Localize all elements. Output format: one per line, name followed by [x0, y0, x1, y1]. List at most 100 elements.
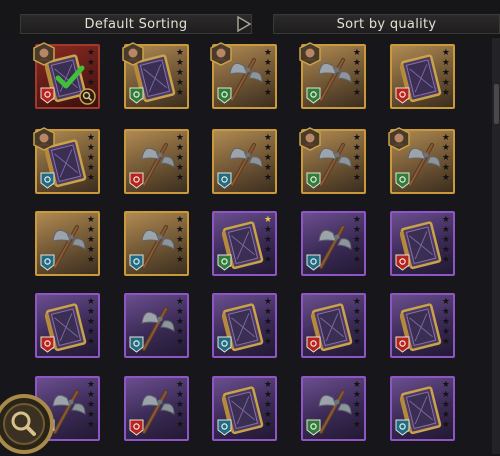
inventory-item-card[interactable]: ★★★★★ [299, 42, 366, 109]
default-sorting-button[interactable]: Default Sorting [20, 14, 252, 34]
class-badge-icon [217, 172, 232, 189]
inventory-item-card[interactable]: ★★★★★ [301, 211, 366, 276]
inventory-item-card[interactable]: ★★★★★ [33, 42, 100, 109]
star-icon: ★ [441, 400, 450, 410]
hero-portrait-icon [210, 42, 232, 66]
star-icon: ★ [86, 307, 95, 317]
star-icon: ★ [86, 255, 95, 265]
class-badge-icon [129, 254, 144, 271]
class-badge-icon [306, 172, 321, 189]
star-icon: ★ [352, 143, 361, 153]
class-badge-icon [129, 419, 144, 436]
class-badge-icon [217, 87, 232, 104]
star-icon: ★ [441, 245, 450, 255]
inventory-item-card[interactable]: ★★★★★ [388, 127, 455, 194]
scrollbar[interactable] [492, 38, 500, 454]
inventory-item-card[interactable]: ★★★★★ [212, 376, 277, 441]
inventory-item-card[interactable]: ★★★★★ [35, 293, 100, 358]
star-icon: ★ [352, 235, 361, 245]
star-icon: ★ [263, 390, 272, 400]
inventory-item-card[interactable]: ★★★★★ [301, 293, 366, 358]
star-rating: ★★★★★ [442, 134, 450, 183]
inventory-item-card[interactable]: ★★★★★ [124, 293, 189, 358]
hero-portrait-icon [122, 42, 144, 66]
star-rating: ★★★★★ [176, 216, 184, 265]
star-rating: ★★★★★ [353, 134, 361, 183]
inventory-item-card[interactable]: ★★★★★ [301, 376, 366, 441]
star-icon: ★ [352, 307, 361, 317]
star-icon: ★ [263, 380, 272, 390]
class-badge-icon [395, 172, 410, 189]
star-icon: ★ [352, 327, 361, 337]
star-icon: ★ [352, 153, 361, 163]
inventory-item-card[interactable]: ★★★★★ [212, 293, 277, 358]
star-icon: ★ [86, 215, 95, 225]
star-icon: ★ [263, 48, 272, 58]
class-badge-icon [217, 336, 232, 353]
class-badge-icon [129, 336, 144, 353]
star-icon: ★ [263, 58, 272, 68]
class-badge-icon [395, 254, 410, 271]
hero-portrait-icon [33, 127, 55, 151]
star-icon: ★ [263, 255, 272, 265]
star-icon: ★ [352, 400, 361, 410]
star-icon: ★ [441, 88, 450, 98]
inventory-item-card[interactable]: ★★★★★ [124, 211, 189, 276]
star-icon: ★ [352, 337, 361, 347]
star-icon: ★ [175, 68, 184, 78]
star-icon: ★ [352, 245, 361, 255]
star-icon: ★ [175, 163, 184, 173]
inventory-item-card[interactable]: ★★★★★ [212, 211, 277, 276]
inventory-item-card[interactable]: ★★★★★ [33, 127, 100, 194]
star-rating: ★★★★★ [353, 298, 361, 347]
hero-portrait-icon [299, 127, 321, 151]
inventory-item-card[interactable]: ★★★★★ [210, 42, 277, 109]
inventory-item-card[interactable]: ★★★★★ [212, 129, 277, 194]
star-icon: ★ [263, 400, 272, 410]
class-badge-icon [40, 254, 55, 271]
class-badge-icon [306, 419, 321, 436]
star-rating: ★★★★★ [442, 381, 450, 430]
star-icon: ★ [86, 153, 95, 163]
inventory-item-card[interactable]: ★★★★★ [124, 129, 189, 194]
star-rating: ★★★★★ [264, 49, 272, 98]
inventory-item-card[interactable]: ★★★★★ [299, 127, 366, 194]
inventory-item-card[interactable]: ★★★★★ [35, 211, 100, 276]
inventory-item-card[interactable]: ★★★★★ [122, 42, 189, 109]
star-icon: ★ [175, 235, 184, 245]
inventory-item-card[interactable]: ★★★★★ [124, 376, 189, 441]
star-icon: ★ [263, 420, 272, 430]
class-badge-icon [306, 336, 321, 353]
inventory-item-card[interactable]: ★★★★★ [390, 376, 455, 441]
star-icon: ★ [263, 173, 272, 183]
star-rating: ★★★★★ [353, 381, 361, 430]
star-icon: ★ [441, 390, 450, 400]
class-badge-icon [40, 336, 55, 353]
star-icon: ★ [86, 410, 95, 420]
search-button[interactable] [0, 392, 56, 456]
sort-by-quality-button[interactable]: Sort by quality [273, 14, 500, 34]
inventory-item-card[interactable]: ★★★★★ [390, 293, 455, 358]
scrollbar-thumb[interactable] [494, 84, 499, 124]
star-icon: ★ [352, 58, 361, 68]
star-icon: ★ [86, 173, 95, 183]
class-badge-icon [395, 87, 410, 104]
inventory-item-card[interactable]: ★★★★★ [390, 44, 455, 109]
class-badge-icon [129, 172, 144, 189]
star-icon: ★ [175, 400, 184, 410]
star-icon: ★ [86, 143, 95, 153]
star-icon: ★ [441, 153, 450, 163]
star-icon: ★ [263, 68, 272, 78]
star-icon: ★ [352, 48, 361, 58]
star-icon: ★ [263, 410, 272, 420]
star-icon: ★ [441, 297, 450, 307]
star-icon: ★ [86, 337, 95, 347]
sort-direction-icon[interactable] [234, 14, 254, 34]
star-icon: ★ [86, 245, 95, 255]
star-icon: ★ [441, 225, 450, 235]
star-icon: ★ [352, 390, 361, 400]
magnify-icon[interactable] [79, 88, 96, 105]
star-rating: ★★★★★ [87, 298, 95, 347]
inventory-item-card[interactable]: ★★★★★ [390, 211, 455, 276]
star-icon: ★ [263, 143, 272, 153]
